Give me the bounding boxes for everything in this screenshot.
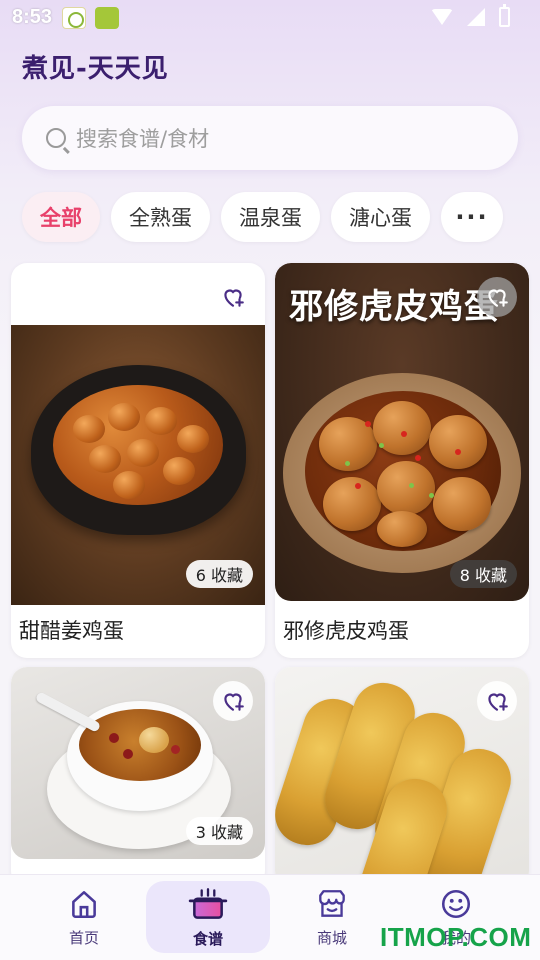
- favorite-count: 6 收藏: [185, 560, 253, 588]
- signal-icon: [467, 8, 485, 26]
- home-icon: [72, 890, 96, 918]
- chip-soft-boiled[interactable]: 溏心蛋: [331, 192, 430, 242]
- nav-shop[interactable]: 商城: [270, 881, 394, 953]
- status-time: 8:53: [12, 6, 53, 28]
- chip-hard-boiled[interactable]: 全熟蛋: [111, 192, 210, 242]
- watermark: ITMOP.COM: [380, 922, 532, 952]
- recipe-card[interactable]: [275, 667, 529, 887]
- more-chips-button[interactable]: ···: [441, 192, 503, 242]
- favorite-button[interactable]: [477, 277, 517, 317]
- nav-home[interactable]: 首页: [22, 881, 146, 953]
- pot-illustration: [31, 365, 246, 535]
- nav-label: 商城: [316, 928, 347, 947]
- favorite-button[interactable]: [213, 681, 253, 721]
- recipe-card[interactable]: 邪修虎皮鸡蛋 8 收藏 邪修虎皮鸡蛋: [275, 263, 529, 658]
- category-chips: 全部 全熟蛋 温泉蛋 溏心蛋 ···: [22, 192, 503, 242]
- heart-plus-icon: [224, 289, 244, 307]
- recipe-name: 邪修虎皮鸡蛋: [283, 619, 409, 643]
- notification-app-icon-2: [95, 7, 119, 29]
- page-title: 煮见-天天见: [22, 54, 169, 84]
- notification-app-icon: [62, 7, 86, 29]
- nav-recipes[interactable]: 食谱: [146, 881, 270, 953]
- wifi-icon: [431, 9, 453, 25]
- favorite-count: 8 收藏: [449, 560, 517, 588]
- search-placeholder: 搜索食谱/食材: [76, 127, 210, 151]
- favorite-button[interactable]: [213, 277, 253, 317]
- battery-icon: [499, 4, 510, 27]
- heart-plus-icon: [488, 693, 508, 711]
- heart-plus-icon: [488, 289, 508, 307]
- shop-icon: [319, 889, 345, 917]
- recipe-name: 甜醋姜鸡蛋: [19, 619, 124, 643]
- heart-plus-icon: [224, 693, 244, 711]
- smiley-icon: [441, 889, 471, 918]
- status-indicators: [431, 4, 510, 27]
- status-bar: 8:53: [0, 0, 540, 36]
- favorite-count: 3 收藏: [185, 817, 253, 845]
- nav-label: 食谱: [192, 929, 223, 948]
- photo-title-text: 邪修虎皮鸡蛋: [289, 287, 499, 327]
- recipe-card[interactable]: 3 收藏: [11, 667, 265, 887]
- search-icon: [46, 128, 66, 148]
- chip-all[interactable]: 全部: [22, 192, 100, 242]
- search-input[interactable]: 搜索食谱/食材: [22, 106, 518, 170]
- pot-icon: [188, 887, 228, 919]
- chip-onsen[interactable]: 温泉蛋: [221, 192, 320, 242]
- plate-illustration: [283, 373, 521, 573]
- recipe-card[interactable]: 6 收藏 甜醋姜鸡蛋: [11, 263, 265, 658]
- favorite-button[interactable]: [477, 681, 517, 721]
- nav-label: 首页: [68, 928, 99, 947]
